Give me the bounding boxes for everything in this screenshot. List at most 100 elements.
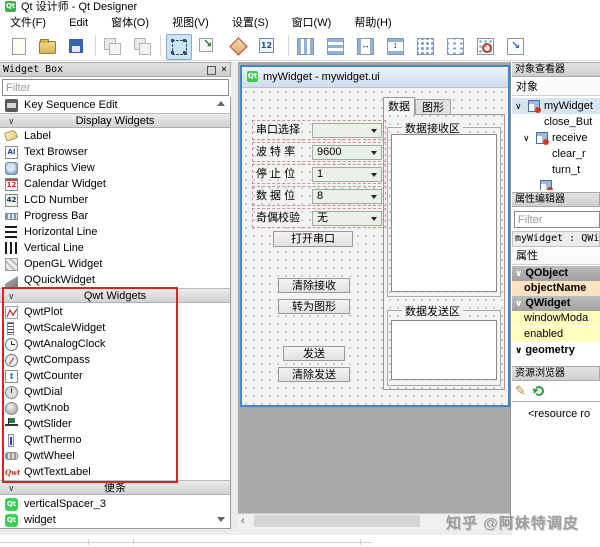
layout-horizontal-splitter-button[interactable]	[354, 34, 378, 58]
open-file-button[interactable]	[36, 34, 60, 58]
form-canvas[interactable]: 串口选择 波 特 率 9600 停 止 位 1 数 据 位 8 奇偶校验 无 打…	[242, 88, 508, 405]
clear-receive-button[interactable]: 清除接收	[278, 278, 350, 293]
widgetbox-item-qwtcompass[interactable]: QwtCompass	[0, 352, 214, 368]
menu-edit[interactable]: Edit	[59, 15, 98, 32]
scroll-down-icon[interactable]	[217, 517, 225, 522]
chevron-down-icon: ∨	[523, 133, 530, 143]
float-icon[interactable]	[207, 66, 216, 75]
property-enabled[interactable]: enabled	[512, 327, 600, 342]
menu-help[interactable]: 帮助(H)	[344, 15, 401, 32]
tab-graph[interactable]: 图形	[415, 99, 451, 115]
scrollbar-thumb[interactable]	[254, 515, 420, 527]
widgetbox-item-vertical-line[interactable]: Vertical Line	[0, 240, 214, 256]
layout-vertical-splitter-button[interactable]	[384, 34, 408, 58]
reload-resources-icon[interactable]	[534, 386, 544, 396]
widgetbox-item-qwtplot[interactable]: QwtPlot	[0, 304, 214, 320]
save-file-button[interactable]	[66, 34, 90, 58]
widgetbox-item-text-browser[interactable]: AI Text Browser	[0, 144, 214, 160]
menu-view[interactable]: 视图(V)	[162, 15, 219, 32]
property-filter-input[interactable]	[514, 211, 600, 228]
menu-window[interactable]: 窗口(W)	[282, 15, 342, 32]
send-button[interactable]: 发送	[283, 346, 345, 361]
widgetbox-item-widget[interactable]: Qt widget	[0, 512, 214, 528]
widgetbox-item-qwtknob[interactable]: QwtKnob	[0, 400, 214, 416]
resource-root-item[interactable]: <resource ro	[528, 408, 590, 420]
property-objectname[interactable]: objectName	[512, 281, 600, 296]
clear-send-button[interactable]: 清除发送	[278, 367, 350, 382]
send-textarea[interactable]	[391, 320, 497, 380]
tree-item-close-button[interactable]: close_But	[512, 114, 600, 130]
menu-file[interactable]: 文件(F)	[0, 15, 56, 32]
layout-form-button[interactable]	[444, 34, 468, 58]
baud-rate-combobox[interactable]: 9600	[312, 145, 382, 160]
bottom-gap	[0, 529, 512, 535]
serial-port-combobox[interactable]	[312, 123, 382, 138]
tree-item-receive[interactable]: ∨ receive	[512, 130, 600, 146]
tree-item-partial[interactable]	[512, 178, 600, 190]
scroll-up-icon[interactable]	[217, 101, 225, 106]
receive-textarea[interactable]	[391, 134, 497, 292]
widgetbox-item-qwtwheel[interactable]: QwtWheel	[0, 448, 214, 464]
widget-box-filter-input[interactable]	[2, 79, 229, 96]
scroll-left-icon[interactable]: ‹	[241, 515, 245, 527]
form-titlebar[interactable]: Qt myWidget - mywidget.ui	[242, 67, 508, 88]
break-layout-button[interactable]	[474, 34, 498, 58]
layout-vertical-button[interactable]	[324, 34, 348, 58]
edit-widgets-button[interactable]	[166, 34, 192, 60]
widgetbox-item-verticalspacer[interactable]: Qt verticalSpacer_3	[0, 496, 214, 512]
class-info-line: myWidget : QWid	[512, 231, 600, 247]
tree-item-turn[interactable]: turn_t	[512, 162, 600, 178]
widgetbox-item-qwtanalogclock[interactable]: QwtAnalogClock	[0, 336, 214, 352]
send-group-title: 数据发送区	[402, 303, 463, 319]
edit-buddies-button[interactable]	[226, 34, 250, 58]
layout-grid-button[interactable]	[414, 34, 438, 58]
break-layout-icon	[477, 38, 494, 55]
category-qwt-widgets[interactable]: ∨ Qwt Widgets	[0, 288, 230, 303]
edit-tab-order-button[interactable]: 12	[256, 34, 280, 58]
property-group-qwidget[interactable]: ∨ QWidget	[512, 296, 600, 311]
menu-form[interactable]: 窗体(O)	[101, 15, 159, 32]
property-geometry[interactable]: ∨ geometry	[512, 343, 600, 358]
chevron-down-icon: ∨	[515, 345, 523, 355]
tree-item-clear[interactable]: clear_r	[512, 146, 600, 162]
widgetbox-item-qwtthermo[interactable]: QwtThermo	[0, 432, 214, 448]
edit-signals-slots-button[interactable]	[196, 34, 220, 58]
category-display-widgets[interactable]: ∨ Display Widgets	[0, 113, 230, 128]
widgetbox-item-qwtcounter[interactable]: ↕ QwtCounter	[0, 368, 214, 384]
form-editor-window[interactable]: Qt myWidget - mywidget.ui 串口选择 波 特 率 9600…	[240, 65, 510, 407]
new-file-button[interactable]	[6, 34, 30, 58]
widgetbox-item-progress-bar[interactable]: Progress Bar	[0, 208, 214, 224]
close-icon[interactable]: ×	[221, 63, 227, 76]
widgetbox-item-lcd-number[interactable]: 42 LCD Number	[0, 192, 214, 208]
category-scratchpad[interactable]: ∨ 便条	[0, 480, 230, 495]
widgetbox-item-qquickwidget[interactable]: QQuickWidget	[0, 272, 214, 288]
widgetbox-item-qwttextlabel[interactable]: Qwt QwtTextLabel	[0, 464, 214, 480]
combo-arrow-icon	[371, 217, 377, 221]
open-serial-button[interactable]: 打开串口	[273, 231, 353, 247]
widgetbox-item-graphics-view[interactable]: Graphics View	[0, 160, 214, 176]
tab-data[interactable]: 数据	[383, 97, 415, 115]
layout-horizontal-button[interactable]	[294, 34, 318, 58]
horizontal-line-icon	[5, 226, 17, 238]
chevron-down-icon: ∨	[8, 483, 15, 493]
adjust-size-button[interactable]	[504, 34, 528, 58]
property-column-header: 属性	[512, 249, 600, 265]
tree-item-mywidget[interactable]: ∨ myWidget	[512, 98, 600, 114]
widgetbox-item-label[interactable]: Label	[0, 128, 214, 144]
widgetbox-item-qwtdial[interactable]: QwtDial	[0, 384, 214, 400]
stop-bits-combobox[interactable]: 1	[312, 167, 382, 182]
data-bits-combobox[interactable]: 8	[312, 189, 382, 204]
widgetbox-item-key-sequence-edit[interactable]: Key Sequence Edit	[0, 97, 214, 113]
property-windowmodality[interactable]: windowModa	[512, 311, 600, 326]
widgetbox-item-calendar[interactable]: 12 Calendar Widget	[0, 176, 214, 192]
menu-settings[interactable]: 设置(S)	[222, 15, 279, 32]
widgetbox-item-opengl[interactable]: OpenGL Widget	[0, 256, 214, 272]
property-group-qobject[interactable]: ∨ QObject	[512, 266, 600, 281]
text-browser-icon: AI	[5, 146, 18, 159]
to-graph-button[interactable]: 转为图形	[278, 299, 350, 314]
edit-resources-icon[interactable]: ✎	[515, 383, 526, 399]
widgetbox-item-horizontal-line[interactable]: Horizontal Line	[0, 224, 214, 240]
widgetbox-item-qwtscalewidget[interactable]: QwtScaleWidget	[0, 320, 214, 336]
widgetbox-item-qwtslider[interactable]: QwtSlider	[0, 416, 214, 432]
parity-combobox[interactable]: 无	[312, 211, 382, 226]
